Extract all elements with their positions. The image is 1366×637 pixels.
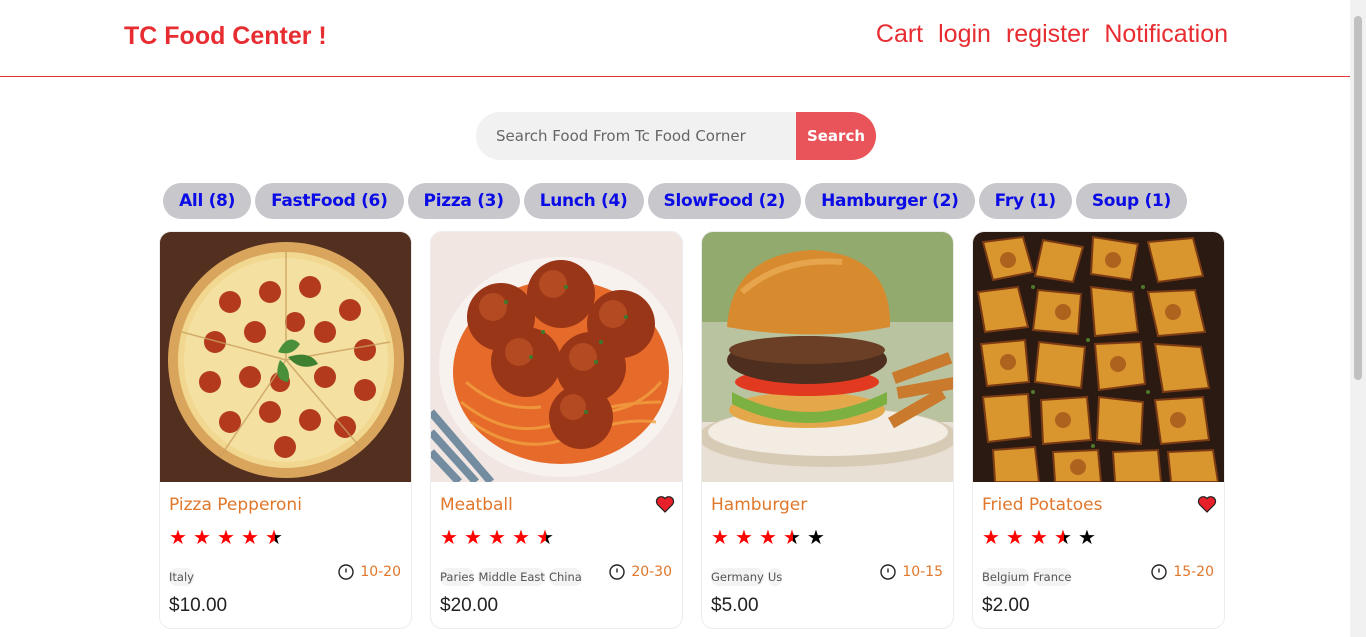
origin-tag: France (1033, 568, 1072, 586)
favorite-heart-icon[interactable] (1197, 494, 1217, 514)
star-full-icon: ★ (488, 525, 506, 549)
search-bar: Search (476, 112, 876, 160)
main-nav: Cart login register Notification (876, 20, 1228, 49)
cook-time-value: 20-30 (631, 564, 672, 580)
nav-cart-link[interactable]: Cart (876, 20, 923, 49)
page-scrollbar[interactable] (1350, 0, 1366, 637)
cook-time: 10-20 (338, 564, 401, 580)
nav-register-link[interactable]: register (1006, 20, 1089, 49)
food-image-burger (702, 232, 953, 482)
origin-tag: Us (767, 568, 783, 586)
star-full-icon: ★ (759, 525, 777, 549)
clock-icon (880, 564, 897, 580)
origin-tag: Middle East (478, 568, 545, 586)
cook-time: 20-30 (609, 564, 672, 580)
origin-tag: China (548, 568, 582, 586)
tag-hamburger[interactable]: Hamburger (2) (805, 183, 975, 219)
food-price: $10.00 (169, 595, 228, 616)
star-full-icon: ★ (512, 525, 530, 549)
tag-filter-bar: All (8) FastFood (6) Pizza (3) Lunch (4)… (0, 183, 1350, 219)
food-card[interactable]: Meatball ★ ★ ★ ★ ★ Paries Middle East China … (430, 231, 683, 629)
star-full-icon: ★ (440, 525, 458, 549)
star-full-icon: ★ (1030, 525, 1048, 549)
food-price: $5.00 (711, 595, 759, 616)
favorite-heart-icon[interactable] (655, 494, 675, 514)
tag-pizza[interactable]: Pizza (3) (407, 183, 520, 219)
origin-list: Paries Middle East China (440, 568, 582, 586)
cook-time-value: 10-20 (360, 564, 401, 580)
tag-soup[interactable]: Soup (1) (1075, 183, 1187, 219)
nav-notification-link[interactable]: Notification (1104, 20, 1228, 49)
tag-fastfood[interactable]: FastFood (6) (255, 183, 404, 219)
star-full-icon: ★ (217, 525, 235, 549)
food-image-meatball (431, 232, 682, 482)
food-name: Pizza Pepperoni (169, 495, 302, 515)
star-empty-icon: ★ (1078, 525, 1096, 549)
food-card[interactable]: Hamburger ★ ★ ★ ★ ★ Germany Us 10-15 $5.00 (701, 231, 954, 629)
food-grid: Pizza Pepperoni ★ ★ ★ ★ ★ Italy 10-20 $10.00 (159, 231, 1225, 629)
tag-slowfood[interactable]: SlowFood (2) (647, 183, 802, 219)
food-card[interactable]: Fried Potatoes ★ ★ ★ ★ ★ Belgium France 15-2… (972, 231, 1225, 629)
food-price: $20.00 (440, 595, 499, 616)
star-half-icon: ★ (536, 526, 556, 548)
food-image-pizza (160, 232, 411, 482)
origin-tag: Belgium (982, 568, 1030, 586)
search-button[interactable]: Search (796, 112, 876, 160)
origin-list: Germany Us (711, 568, 783, 586)
clock-icon (338, 564, 355, 580)
food-name: Hamburger (711, 495, 808, 515)
star-full-icon: ★ (464, 525, 482, 549)
scrollbar-thumb[interactable] (1354, 16, 1362, 380)
star-rating: ★ ★ ★ ★ ★ (982, 526, 1098, 548)
cook-time-value: 10-15 (902, 564, 943, 580)
star-full-icon: ★ (169, 525, 187, 549)
food-name: Meatball (440, 495, 513, 515)
star-full-icon: ★ (241, 525, 259, 549)
origin-list: Belgium France (982, 568, 1072, 586)
star-full-icon: ★ (982, 525, 1000, 549)
origin-tag: Germany (711, 568, 764, 586)
site-logo[interactable]: TC Food Center ! (124, 22, 327, 51)
food-price: $2.00 (982, 595, 1030, 616)
star-half-icon: ★ (265, 526, 285, 548)
tag-fry[interactable]: Fry (1) (978, 183, 1072, 219)
star-half-icon: ★ (1054, 526, 1074, 548)
tag-lunch[interactable]: Lunch (4) (523, 183, 644, 219)
star-rating: ★ ★ ★ ★ ★ (169, 526, 285, 548)
search-input[interactable] (476, 112, 796, 160)
star-full-icon: ★ (1006, 525, 1024, 549)
food-image-potatoes (973, 232, 1224, 482)
star-half-icon: ★ (783, 526, 803, 548)
star-rating: ★ ★ ★ ★ ★ (440, 526, 556, 548)
clock-icon (609, 564, 626, 580)
star-full-icon: ★ (735, 525, 753, 549)
cook-time-value: 15-20 (1173, 564, 1214, 580)
nav-login-link[interactable]: login (938, 20, 991, 49)
header: TC Food Center ! Cart login register Not… (0, 0, 1350, 77)
clock-icon (1151, 564, 1168, 580)
food-card[interactable]: Pizza Pepperoni ★ ★ ★ ★ ★ Italy 10-20 $10.00 (159, 231, 412, 629)
origin-list: Italy (169, 568, 194, 586)
food-name: Fried Potatoes (982, 495, 1103, 515)
cook-time: 15-20 (1151, 564, 1214, 580)
cook-time: 10-15 (880, 564, 943, 580)
star-full-icon: ★ (711, 525, 729, 549)
star-full-icon: ★ (193, 525, 211, 549)
tag-all[interactable]: All (8) (163, 183, 252, 219)
origin-tag: Paries (440, 568, 475, 586)
star-rating: ★ ★ ★ ★ ★ (711, 526, 827, 548)
origin-tag: Italy (169, 568, 194, 586)
star-empty-icon: ★ (807, 525, 825, 549)
